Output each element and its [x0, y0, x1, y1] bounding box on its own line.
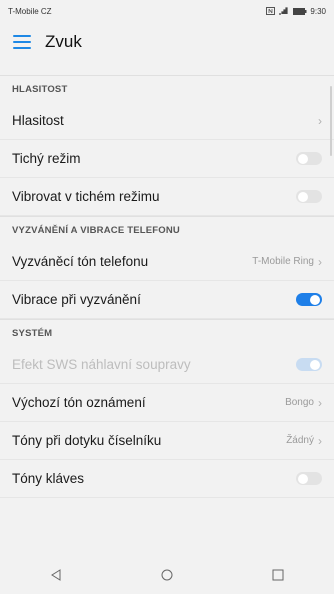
key-tones-toggle[interactable]: [296, 472, 322, 485]
setting-label: Tichý režim: [12, 151, 81, 166]
home-icon: [161, 569, 173, 580]
section-header-volume: HLASITOST: [0, 75, 334, 102]
setting-value: T-Mobile Ring: [252, 256, 314, 267]
setting-ringtone[interactable]: Vyzváněcí tón telefonu T-Mobile Ring ›: [0, 243, 334, 281]
setting-label: Efekt SWS náhlavní soupravy: [12, 357, 191, 372]
setting-notification-tone[interactable]: Výchozí tón oznámení Bongo ›: [0, 384, 334, 422]
section-header-system: SYSTÉM: [0, 319, 334, 346]
home-button[interactable]: [147, 555, 187, 594]
setting-vibrate-ringing[interactable]: Vibrace při vyzvánění: [0, 281, 334, 319]
setting-key-tones[interactable]: Tóny kláves: [0, 460, 334, 498]
setting-label: Hlasitost: [12, 113, 64, 128]
carrier-name: T-Mobile CZ: [8, 6, 52, 16]
silent-mode-toggle[interactable]: [296, 152, 322, 165]
chevron-right-icon: ›: [318, 433, 322, 448]
chevron-right-icon: ›: [318, 254, 322, 269]
chevron-right-icon: ›: [318, 113, 322, 128]
setting-volume[interactable]: Hlasitost ›: [0, 102, 334, 140]
setting-label: Výchozí tón oznámení: [12, 395, 146, 410]
setting-silent-mode[interactable]: Tichý režim: [0, 140, 334, 178]
recents-button[interactable]: [258, 555, 298, 594]
sws-effect-toggle: [296, 358, 322, 371]
settings-list: HLASITOST Hlasitost › Tichý režim Vibrov…: [0, 75, 334, 498]
setting-label: Vibrovat v tichém režimu: [12, 189, 160, 204]
status-bar: T-Mobile CZ 9:30: [0, 0, 334, 22]
back-button[interactable]: [36, 555, 76, 594]
setting-label: Tóny při dotyku číselníku: [12, 433, 162, 448]
setting-label: Tóny kláves: [12, 471, 85, 486]
setting-sws-effect: Efekt SWS náhlavní soupravy: [0, 346, 334, 384]
app-bar: Zvuk: [0, 22, 334, 62]
chevron-right-icon: ›: [318, 395, 322, 410]
section-header-ringing: VYZVÁNĚNÍ A VIBRACE TELEFONU: [0, 216, 334, 243]
nfc-icon: [266, 7, 276, 15]
setting-label: Vyzváněcí tón telefonu: [12, 254, 149, 269]
recents-icon: [272, 569, 284, 580]
status-icons: 9:30: [266, 7, 326, 16]
setting-dialpad-tones[interactable]: Tóny při dotyku číselníku Žádný ›: [0, 422, 334, 460]
vibrate-silent-toggle[interactable]: [296, 190, 322, 203]
setting-value: Bongo: [285, 397, 314, 408]
back-icon: [50, 568, 61, 581]
setting-label: Vibrace při vyzvánění: [12, 292, 141, 307]
battery-icon: [293, 7, 307, 15]
scrollbar[interactable]: [330, 86, 332, 156]
vibrate-ringing-toggle[interactable]: [296, 293, 322, 306]
navigation-bar: [0, 555, 334, 594]
setting-vibrate-silent[interactable]: Vibrovat v tichém režimu: [0, 178, 334, 216]
clock: 9:30: [310, 6, 326, 16]
setting-value: Žádný: [286, 435, 314, 446]
signal-icon: [279, 7, 289, 15]
page-title: Zvuk: [45, 32, 82, 51]
menu-icon[interactable]: [13, 35, 31, 49]
